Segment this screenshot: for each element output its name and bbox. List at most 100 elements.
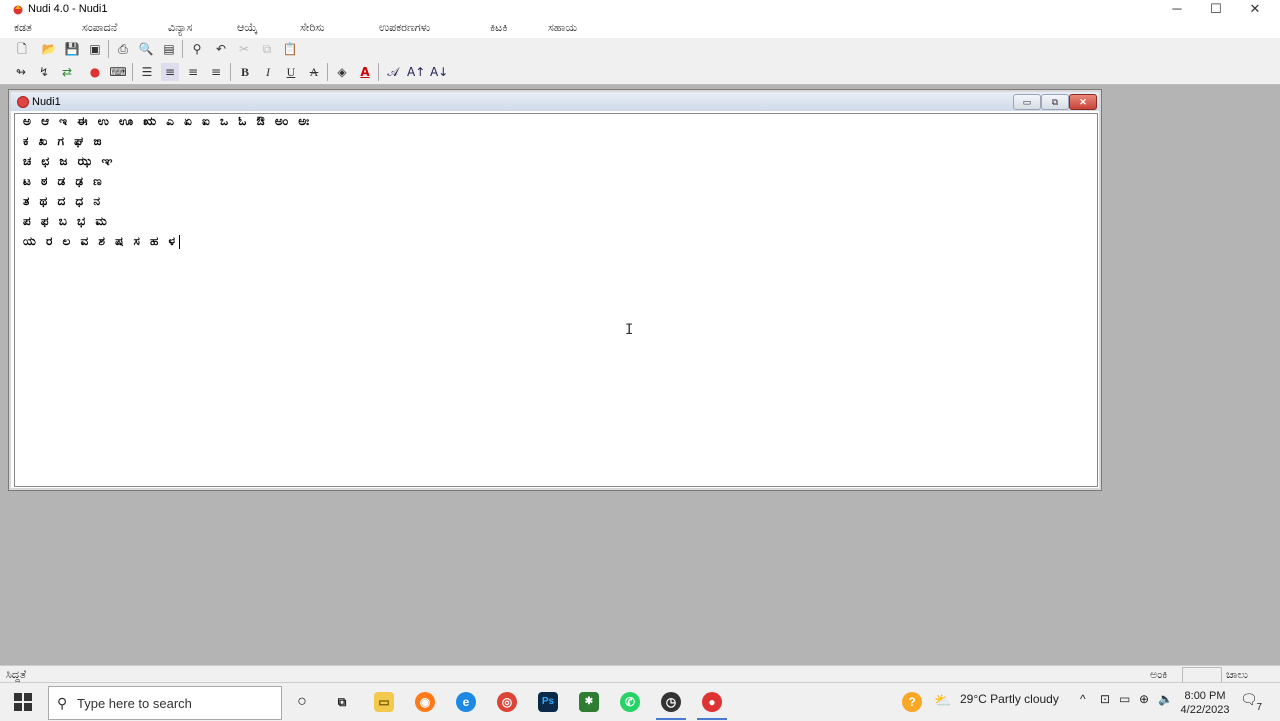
font-color-icon[interactable]: A bbox=[356, 63, 374, 81]
mouse-ibeam-cursor: I bbox=[625, 322, 634, 338]
print-preview-icon[interactable]: 🔍 bbox=[137, 40, 155, 58]
notification-center-icon[interactable]: 🗨 7 bbox=[1240, 691, 1262, 713]
screen-recorder-icon[interactable]: ◷ bbox=[661, 692, 681, 712]
edge-icon[interactable]: e bbox=[456, 692, 476, 712]
help-icon[interactable]: ? bbox=[902, 692, 922, 712]
menu-insert[interactable]: ಸೇರಿಸು bbox=[300, 21, 325, 35]
font-shrink-icon[interactable]: A↓ bbox=[430, 63, 448, 81]
menu-edit[interactable]: ಸಂಪಾದನೆ bbox=[82, 21, 117, 35]
script-toggle-icon[interactable]: ↬ bbox=[12, 63, 30, 81]
xbox-app-icon[interactable]: ✱ bbox=[579, 692, 599, 712]
status-numlock: ಅಂಕಿ bbox=[1150, 668, 1168, 681]
weather-text[interactable]: 29°C Partly cloudy bbox=[960, 692, 1059, 706]
minimize-button[interactable]: ─ bbox=[1158, 0, 1196, 18]
font-grow-icon[interactable]: A↑ bbox=[407, 63, 425, 81]
battery-icon[interactable]: ▭ bbox=[1119, 692, 1130, 706]
taskbar-search-box[interactable]: ⚲ Type here to search bbox=[48, 686, 282, 720]
search-icon: ⚲ bbox=[57, 695, 68, 711]
menu-tools[interactable]: ಉಪಕರಣಗಳು bbox=[379, 21, 430, 35]
task-view-icon[interactable]: ⧉ bbox=[332, 692, 352, 712]
toolbar-separator bbox=[108, 40, 109, 58]
format-toolbar: ↬ ↯ ⇄ ● ⌨ ☰ ≡ ≡ ≡ B I U A ◈ A 𝒜 A↑ A↓ bbox=[0, 60, 1280, 85]
document-window: Nudi1 ▭ ⧉ ✕ ಅ ಆ ಇ ಈ ಉ ಊ ಋ ಎ ಏ ಐ ಒ ಓ ಔ ಅಂ… bbox=[8, 89, 1102, 491]
keyboard-toggle-icon[interactable]: ↯ bbox=[35, 63, 53, 81]
align-left-icon[interactable]: ≡ bbox=[161, 63, 179, 81]
window-title: Nudi 4.0 - Nudi1 bbox=[28, 3, 108, 15]
volume-icon[interactable]: 🔈 bbox=[1158, 692, 1173, 706]
status-active: ಚಾಲು bbox=[1226, 668, 1249, 681]
italic-icon[interactable]: I bbox=[259, 63, 277, 81]
underline-icon[interactable]: U bbox=[282, 63, 300, 81]
convert-icon[interactable]: ⇄ bbox=[58, 63, 76, 81]
menu-help[interactable]: ಸಹಾಯ bbox=[548, 21, 577, 35]
cortana-icon[interactable]: ○ bbox=[292, 692, 312, 712]
clock[interactable]: 8:00 PM 4/22/2023 bbox=[1180, 689, 1230, 717]
clock-date: 4/22/2023 bbox=[1180, 704, 1230, 716]
undo-icon[interactable]: ↶ bbox=[212, 40, 230, 58]
bold-icon[interactable]: B bbox=[236, 63, 254, 81]
document-title: Nudi1 bbox=[32, 96, 61, 108]
windows-start-icon[interactable] bbox=[14, 693, 32, 711]
close-button[interactable]: ✕ bbox=[1236, 0, 1274, 18]
document-icon bbox=[17, 96, 29, 108]
nudi-logo-icon[interactable]: ● bbox=[86, 63, 104, 81]
search-placeholder: Type here to search bbox=[77, 696, 192, 711]
menu-format[interactable]: ವಿನ್ಯಾಸ bbox=[168, 21, 192, 35]
status-ready: ಸಿದ್ಧತೆ bbox=[6, 668, 27, 681]
clock-time: 8:00 PM bbox=[1184, 690, 1226, 702]
doc-close-button[interactable]: ✕ bbox=[1069, 94, 1097, 110]
network-device-icon[interactable]: ⊡ bbox=[1100, 692, 1110, 706]
highlight-icon[interactable]: ◈ bbox=[333, 63, 351, 81]
toolbar-separator bbox=[230, 63, 231, 81]
text-line: ಪ ಫ ಬ ಭ ಮ bbox=[23, 214, 110, 228]
align-center-icon[interactable]: ≡ bbox=[184, 63, 202, 81]
text-line-content: ಯ ರ ಲ ವ ಶ ಷ ಸ ಹ ಳ bbox=[23, 234, 179, 248]
menu-file[interactable]: ಕಡತ bbox=[14, 21, 32, 35]
nudi-taskbar-icon[interactable]: ● bbox=[702, 692, 722, 712]
text-line-last: ಯ ರ ಲ ವ ಶ ಷ ಸ ಹ ಳ bbox=[23, 234, 181, 249]
maximize-button[interactable]: ☐ bbox=[1197, 0, 1235, 18]
text-line: ಟ ಠ ಡ ಢ ಣ bbox=[23, 174, 105, 188]
globe-icon[interactable]: ⊕ bbox=[1139, 692, 1149, 706]
title-bar: Nudi 4.0 - Nudi1 ─ ☐ ✕ bbox=[0, 0, 1280, 18]
doc-restore-button[interactable]: ⧉ bbox=[1041, 94, 1069, 110]
windows-taskbar: ⚲ Type here to search ○ ⧉ ▭ ◉ e ◎ Ps ✱ ✆… bbox=[0, 682, 1280, 721]
find-icon[interactable]: ⚲ bbox=[188, 40, 206, 58]
menu-window[interactable]: ಕಿಟಕಿ bbox=[490, 21, 507, 35]
bullet-list-icon[interactable]: ☰ bbox=[138, 63, 156, 81]
notification-count: 7 bbox=[1256, 702, 1262, 713]
firefox-icon[interactable]: ◉ bbox=[415, 692, 435, 712]
save-all-icon[interactable]: ▣ bbox=[86, 40, 104, 58]
chrome-icon[interactable]: ◎ bbox=[497, 692, 517, 712]
weather-icon: ⛅ bbox=[934, 692, 952, 708]
tray-chevron-icon[interactable]: ^ bbox=[1080, 692, 1086, 706]
menu-select[interactable]: ಆಯ್ಕೆ bbox=[237, 21, 258, 35]
file-explorer-icon[interactable]: ▭ bbox=[374, 692, 394, 712]
status-empty-panel bbox=[1182, 667, 1222, 683]
text-caret bbox=[179, 234, 181, 249]
toolbar-separator bbox=[378, 63, 379, 81]
nudi-app-icon bbox=[13, 5, 23, 15]
strikethrough-icon[interactable]: A bbox=[305, 63, 323, 81]
align-right-icon[interactable]: ≡ bbox=[207, 63, 225, 81]
copy-icon[interactable]: ⧉ bbox=[258, 40, 276, 58]
keyboard-icon[interactable]: ⌨ bbox=[109, 63, 127, 81]
paste-icon[interactable]: 📋 bbox=[281, 40, 299, 58]
open-folder-icon[interactable]: 📂 bbox=[40, 40, 58, 58]
toolbar-separator bbox=[132, 63, 133, 81]
text-line: ಕ ಖ ಗ ಘ ಙ bbox=[23, 134, 105, 148]
document-caption: Nudi1 ▭ ⧉ ✕ bbox=[11, 92, 1099, 111]
page-setup-icon[interactable]: ▤ bbox=[160, 40, 178, 58]
new-file-icon[interactable]: 🗋 bbox=[13, 40, 31, 58]
doc-minimize-button[interactable]: ▭ bbox=[1013, 94, 1041, 110]
cut-icon[interactable]: ✂ bbox=[235, 40, 253, 58]
menu-bar: ಕಡತ ಸಂಪಾದನೆ ವಿನ್ಯಾಸ ಆಯ್ಕೆ ಸೇರಿಸು ಉಪಕರಣಗಳ… bbox=[0, 18, 1280, 38]
print-icon[interactable]: ⎙ bbox=[114, 40, 132, 58]
nudi-app: Nudi 4.0 - Nudi1 ─ ☐ ✕ ಕಡತ ಸಂಪಾದನೆ ವಿನ್ಯ… bbox=[0, 0, 1280, 688]
document-editor[interactable]: ಅ ಆ ಇ ಈ ಉ ಊ ಋ ಎ ಏ ಐ ಒ ಓ ಔ ಅಂ ಅಃ ಕ ಖ ಗ ಘ … bbox=[14, 113, 1098, 487]
text-line: ಅ ಆ ಇ ಈ ಉ ಊ ಋ ಎ ಏ ಐ ಒ ಓ ಔ ಅಂ ಅಃ bbox=[23, 114, 313, 128]
font-style-icon[interactable]: 𝒜 bbox=[384, 63, 402, 81]
whatsapp-icon[interactable]: ✆ bbox=[620, 692, 640, 712]
save-icon[interactable]: 💾 bbox=[63, 40, 81, 58]
photoshop-icon[interactable]: Ps bbox=[538, 692, 558, 712]
